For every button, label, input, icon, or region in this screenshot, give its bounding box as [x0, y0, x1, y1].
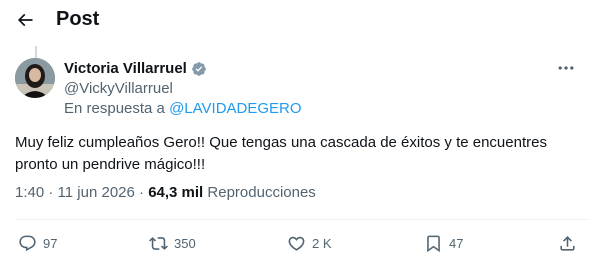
- reply-prefix: En respuesta a: [64, 100, 170, 117]
- bookmark-button[interactable]: 47: [424, 234, 463, 253]
- retweet-count: 350: [174, 236, 196, 251]
- more-horizontal-icon: [558, 66, 574, 70]
- post-header: Post: [0, 0, 603, 42]
- more-options-button[interactable]: [556, 58, 576, 78]
- meta-separator-2: ·: [134, 184, 149, 201]
- like-count: 2 K: [312, 236, 332, 251]
- bookmark-icon: [427, 235, 440, 253]
- tweet-text: Muy feliz cumpleaños Gero!! Que tengas u…: [15, 134, 547, 173]
- tweet-date[interactable]: 11 jun 2026: [58, 184, 135, 201]
- avatar[interactable]: [15, 58, 55, 98]
- share-button[interactable]: [558, 234, 577, 253]
- author-display-name[interactable]: Victoria Villarruel: [64, 60, 187, 77]
- retweet-button[interactable]: 350: [149, 234, 196, 253]
- verified-badge-icon: [192, 61, 206, 76]
- reply-context: En respuesta a @LAVIDADEGERO: [64, 100, 302, 117]
- avatar-image: [15, 58, 55, 98]
- reply-button[interactable]: 97: [18, 234, 57, 253]
- reply-to-handle-link[interactable]: @LAVIDADEGERO: [169, 100, 301, 117]
- share-icon: [560, 236, 575, 251]
- tweet-time[interactable]: 1:40: [15, 184, 44, 201]
- divider: [15, 219, 588, 220]
- meta-separator: ·: [44, 184, 58, 201]
- heart-icon: [288, 236, 305, 251]
- arrow-left-icon: [17, 13, 33, 27]
- thread-connector-line: [35, 46, 37, 58]
- reply-count: 97: [43, 236, 58, 251]
- bookmark-count: 47: [449, 236, 464, 251]
- views-count: 64,3 mil: [148, 184, 204, 201]
- tweet-meta: 1:40 · 11 jun 2026 · 64,3 mil Reproducci…: [15, 184, 316, 201]
- action-bar: 97 350 2 K 47: [0, 234, 603, 258]
- back-button[interactable]: [15, 10, 37, 32]
- retweet-icon: [149, 237, 168, 250]
- views-label: Reproducciones: [203, 184, 316, 201]
- author-name-row: Victoria Villarruel: [64, 60, 207, 77]
- page-title: Post: [56, 8, 100, 30]
- like-button[interactable]: 2 K: [287, 234, 332, 253]
- author-handle[interactable]: @VickyVillarruel: [64, 80, 173, 97]
- reply-icon: [19, 235, 36, 252]
